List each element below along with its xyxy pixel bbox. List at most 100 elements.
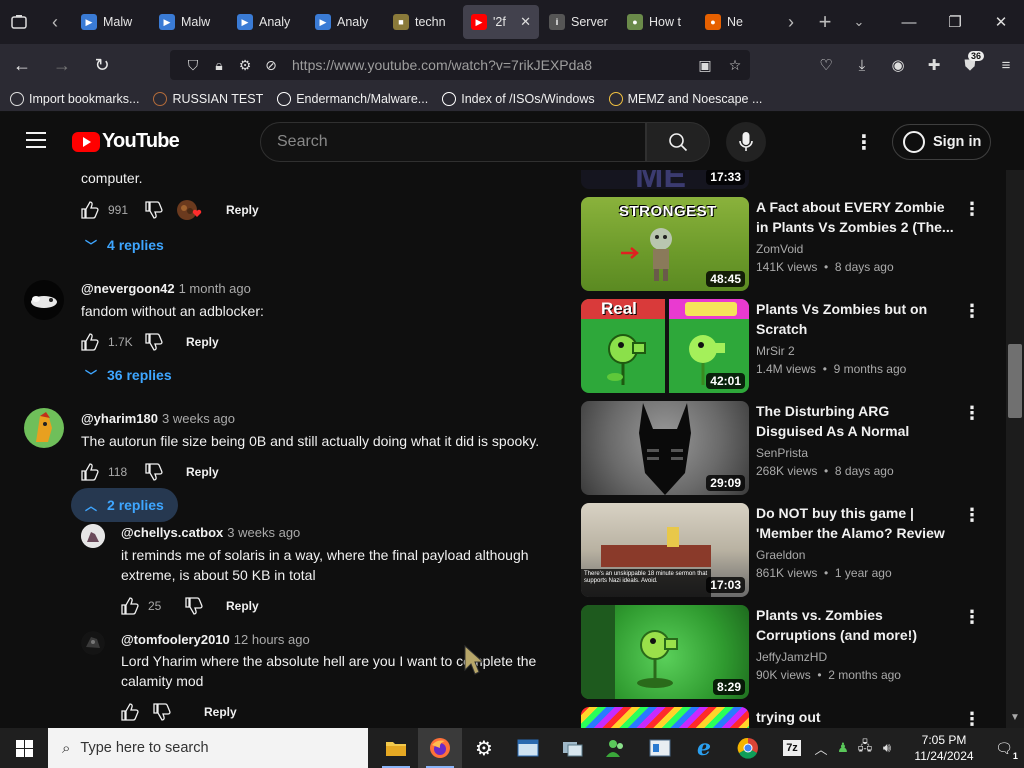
tab-scroll-left-button[interactable]: ‹ bbox=[38, 0, 72, 44]
dislike-button[interactable] bbox=[144, 461, 166, 483]
recommended-video[interactable]: There's an unskippable 18 minute sermon … bbox=[580, 503, 1000, 599]
network-icon[interactable]: 🖧︎ bbox=[854, 737, 876, 759]
reply-button[interactable]: Reply bbox=[186, 465, 219, 479]
search-button[interactable] bbox=[646, 122, 710, 162]
browser-tab[interactable]: ▶ Malw bbox=[73, 5, 149, 39]
tab-overview-button[interactable] bbox=[0, 0, 38, 44]
close-window-button[interactable]: ✕ bbox=[978, 0, 1024, 44]
channel-name[interactable]: SenPrista bbox=[756, 446, 808, 460]
youtube-logo[interactable]: YouTube bbox=[72, 130, 180, 153]
like-button[interactable] bbox=[120, 595, 142, 617]
lock-icon[interactable]: 🔒︎ bbox=[206, 57, 232, 74]
video-thumbnail[interactable]: 8:29 bbox=[581, 605, 749, 699]
voice-search-button[interactable] bbox=[726, 122, 766, 162]
close-tab-icon[interactable]: ✕ bbox=[520, 14, 531, 30]
page-scrollbar-track[interactable] bbox=[1006, 170, 1024, 728]
video-menu-kebab-icon[interactable]: ⋮ bbox=[963, 607, 981, 627]
dislike-button[interactable] bbox=[184, 595, 206, 617]
autoplay-blocked-icon[interactable]: ⊘ bbox=[258, 57, 284, 74]
reply-button[interactable]: Reply bbox=[226, 203, 259, 217]
reply-author[interactable]: @chellys.catbox 3 weeks ago bbox=[121, 525, 300, 540]
channel-name[interactable]: Graeldon bbox=[756, 548, 805, 562]
bookmark-star-icon[interactable]: ☆ bbox=[720, 57, 750, 74]
channel-name[interactable]: MrSir 2 bbox=[756, 344, 795, 358]
taskbar-network-app[interactable] bbox=[550, 728, 594, 768]
url-text[interactable]: https://www.youtube.com/watch?v=7rikJEXP… bbox=[292, 57, 690, 73]
recommended-video[interactable]: ME 17:33 bbox=[580, 170, 1000, 191]
downloads-icon[interactable]: ⤓ bbox=[844, 49, 880, 81]
shield-icon[interactable]: ⛉ bbox=[180, 57, 206, 74]
video-menu-kebab-icon[interactable]: ⋮ bbox=[963, 199, 981, 219]
taskbar-internet-explorer[interactable]: e bbox=[682, 728, 726, 768]
reply-author[interactable]: @tomfoolery2010 12 hours ago bbox=[121, 632, 310, 647]
taskbar-control-panel[interactable] bbox=[638, 728, 682, 768]
replies-toggle-button[interactable]: ﹀ 4 replies bbox=[71, 228, 178, 262]
avatar[interactable] bbox=[24, 408, 64, 448]
page-scrollbar-thumb[interactable] bbox=[1008, 344, 1022, 418]
video-menu-kebab-icon[interactable]: ⋮ bbox=[963, 709, 981, 728]
video-title[interactable]: trying out Oxymorphazone.exe! bbox=[756, 707, 956, 728]
avatar[interactable] bbox=[81, 631, 105, 655]
like-button[interactable] bbox=[80, 331, 102, 353]
start-button[interactable] bbox=[0, 728, 48, 768]
browser-tab[interactable]: ▶ Malw bbox=[151, 5, 227, 39]
video-thumbnail[interactable]: ME 17:33 bbox=[581, 170, 749, 189]
channel-name[interactable]: JeffyJamzHD bbox=[756, 650, 827, 664]
new-tab-button[interactable]: + bbox=[808, 0, 842, 44]
forward-button[interactable]: → bbox=[44, 49, 80, 81]
video-title[interactable]: A Fact about EVERY Zombie in Plants Vs Z… bbox=[756, 197, 956, 237]
taskbar-chrome[interactable] bbox=[726, 728, 770, 768]
reply-button[interactable]: Reply bbox=[226, 599, 259, 613]
channel-name[interactable]: ZomVoid bbox=[756, 242, 803, 256]
avatar[interactable] bbox=[24, 280, 64, 320]
sign-in-button[interactable]: Sign in bbox=[892, 124, 991, 160]
url-bar[interactable]: ⛉ 🔒︎ ⚙ ⊘ https://www.youtube.com/watch?v… bbox=[170, 50, 750, 80]
video-menu-kebab-icon[interactable]: ⋮ bbox=[963, 301, 981, 321]
taskbar-search-box[interactable]: ⌕ Type here to search bbox=[48, 728, 368, 768]
browser-tab[interactable]: ● Ne bbox=[697, 5, 773, 39]
tray-user-icon[interactable]: ♟ bbox=[832, 740, 854, 756]
browser-tab[interactable]: ● How t bbox=[619, 5, 695, 39]
recommended-video[interactable]: 8:29 Plants vs. Zombies Corruptions (and… bbox=[580, 605, 1000, 701]
pocket-icon[interactable]: ♡ bbox=[808, 49, 844, 81]
scroll-down-arrow-icon[interactable]: ▼ bbox=[1010, 712, 1020, 723]
back-button[interactable]: ← bbox=[4, 49, 40, 81]
video-thumbnail[interactable]: 29:09 bbox=[581, 401, 749, 495]
taskbar-app-window[interactable] bbox=[506, 728, 550, 768]
recommended-video[interactable]: Real 42:01 Plants Vs Zombies but on Scra… bbox=[580, 299, 1000, 395]
account-icon[interactable]: ◉ bbox=[880, 49, 916, 81]
comment-author[interactable]: @nevergoon42 1 month ago bbox=[81, 281, 251, 296]
comment-author[interactable]: @yharim180 3 weeks ago bbox=[81, 411, 235, 426]
replies-toggle-button[interactable]: ︿ 2 replies bbox=[71, 488, 178, 522]
video-title[interactable]: Plants vs. Zombies Corruptions (and more… bbox=[756, 605, 956, 645]
video-thumbnail[interactable]: Real 42:01 bbox=[581, 299, 749, 393]
reader-view-icon[interactable]: ▣ bbox=[690, 57, 720, 74]
volume-icon[interactable]: 🔊︎ bbox=[876, 740, 898, 756]
browser-tab[interactable]: ▶ Analy bbox=[307, 5, 383, 39]
bookmark-item[interactable]: Import bookmarks... bbox=[10, 91, 139, 106]
dislike-button[interactable] bbox=[152, 701, 174, 723]
video-thumbnail[interactable]: There's an unskippable 18 minute sermon … bbox=[581, 503, 749, 597]
minimize-button[interactable]: — bbox=[886, 0, 932, 44]
tab-scroll-right-button[interactable]: › bbox=[774, 0, 808, 44]
browser-tab[interactable]: ▶ '2f ✕ bbox=[463, 5, 539, 39]
notification-center-button[interactable]: 🗨︎ 1 bbox=[984, 728, 1024, 768]
browser-tab[interactable]: ▶ Analy bbox=[229, 5, 305, 39]
ublock-extension-icon[interactable]: ⛊ 36 bbox=[952, 49, 988, 81]
video-menu-kebab-icon[interactable]: ⋮ bbox=[963, 403, 981, 423]
recommended-video[interactable]: trying out Oxymorphazone.exe! ⋮ bbox=[580, 707, 1000, 728]
permissions-icon[interactable]: ⚙ bbox=[232, 57, 258, 74]
taskbar-users-app[interactable] bbox=[594, 728, 638, 768]
browser-tab[interactable]: ■ techn bbox=[385, 5, 461, 39]
reply-time[interactable]: 3 weeks ago bbox=[227, 525, 300, 540]
comment-time[interactable]: 3 weeks ago bbox=[162, 411, 235, 426]
extensions-icon[interactable]: ✚ bbox=[916, 49, 952, 81]
maximize-button[interactable]: ❐ bbox=[932, 0, 978, 44]
system-clock[interactable]: 7:05 PM 11/24/2024 bbox=[904, 732, 984, 764]
video-thumbnail[interactable] bbox=[581, 707, 749, 728]
bookmark-item[interactable]: RUSSIAN TEST bbox=[153, 91, 263, 106]
video-title[interactable]: Plants Vs Zombies but on Scratch bbox=[756, 299, 956, 339]
bookmark-item[interactable]: Endermanch/Malware... bbox=[277, 91, 428, 106]
browser-tab[interactable]: i Server bbox=[541, 5, 617, 39]
reply-button[interactable]: Reply bbox=[204, 705, 237, 719]
